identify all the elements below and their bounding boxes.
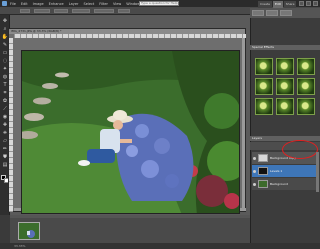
layer-name: Levels 1 — [270, 169, 283, 173]
panel-button[interactable] — [266, 10, 278, 16]
effect-thumbnail[interactable] — [276, 98, 294, 115]
layer-row[interactable]: Background — [252, 178, 318, 190]
menu-window[interactable]: Window — [126, 2, 140, 6]
menu-image[interactable]: Image — [33, 2, 44, 6]
option-control[interactable] — [72, 8, 90, 13]
effect-thumbnail[interactable] — [255, 58, 273, 75]
panel-toolbar — [250, 8, 320, 18]
horizontal-ruler — [14, 34, 246, 38]
tab-create[interactable]: Create — [258, 1, 272, 8]
option-control[interactable] — [94, 8, 114, 13]
visibility-eye-icon[interactable] — [253, 156, 256, 160]
effect-thumbnail[interactable] — [255, 98, 273, 115]
menu-edit[interactable]: Edit — [21, 2, 28, 6]
menu-layer[interactable]: Layer — [69, 2, 79, 6]
garden-photo — [22, 51, 239, 213]
thumbnail-image — [19, 223, 39, 239]
option-control[interactable] — [34, 8, 50, 13]
effect-thumbnail[interactable] — [297, 98, 315, 115]
visibility-eye-icon[interactable] — [253, 182, 256, 186]
effect-thumbnail[interactable] — [276, 78, 294, 95]
tool-preset-picker[interactable] — [20, 8, 30, 13]
menu-select[interactable]: Select — [83, 2, 94, 6]
layers-scrollbar[interactable] — [316, 152, 319, 192]
effects-grid — [255, 58, 317, 130]
status-bar: 33.33% — [0, 243, 320, 249]
tab-share[interactable]: Share — [283, 1, 297, 8]
menu-file[interactable]: File — [10, 2, 16, 6]
menu-enhance[interactable]: Enhance — [49, 2, 64, 6]
highlight-annotation-circle — [282, 140, 318, 159]
visibility-eye-icon[interactable] — [253, 169, 256, 173]
option-control[interactable] — [54, 8, 68, 13]
layer-name: Background — [270, 182, 288, 186]
layer-thumbnail — [258, 167, 268, 175]
layer-row-selected[interactable]: Levels 1 — [252, 165, 318, 177]
effect-thumbnail[interactable] — [276, 58, 294, 75]
menu-view[interactable]: View — [113, 2, 121, 6]
canvas-photo[interactable] — [21, 50, 240, 214]
panel-button[interactable] — [280, 10, 292, 16]
move-tool-icon[interactable]: ✥ — [1, 17, 9, 24]
layer-thumbnail — [258, 154, 268, 162]
mode-tabs: Create Edit Share — [258, 1, 320, 8]
panel-button[interactable] — [252, 10, 264, 16]
layer-thumbnail — [258, 180, 268, 188]
app-logo-icon — [2, 1, 7, 6]
effects-panel-title[interactable]: Special Effects — [250, 45, 320, 50]
menu-filter[interactable]: Filter — [99, 2, 108, 6]
help-search-input[interactable]: Type a question for Help — [139, 1, 179, 6]
option-control[interactable] — [118, 8, 130, 13]
effect-thumbnail[interactable] — [297, 78, 315, 95]
effect-thumbnail[interactable] — [255, 78, 273, 95]
effect-thumbnail[interactable] — [297, 58, 315, 75]
project-bin-thumbnail[interactable] — [18, 222, 40, 240]
vertical-scrollbar[interactable] — [242, 38, 245, 208]
tab-edit[interactable]: Edit — [272, 1, 283, 8]
vertical-ruler — [9, 38, 13, 212]
layers-panel-title[interactable]: Layers — [250, 136, 320, 141]
